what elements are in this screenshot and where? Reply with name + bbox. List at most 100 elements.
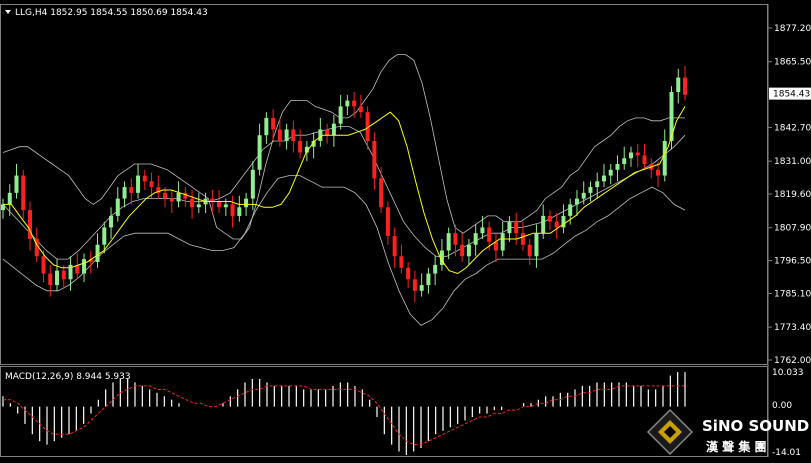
candle-body [446,233,451,251]
price-axis: 1877.20 1865.50 1842.70 1831.00 1819.60 1807.… [768,24,811,366]
candle-body [122,187,127,199]
candle-body [55,270,60,286]
candle-body [662,140,667,176]
candle-body [223,204,228,208]
candle-body [169,198,174,202]
candle-body [676,77,681,92]
candle-body [358,106,363,113]
candle-body [190,198,195,208]
candle-body [1,204,5,211]
candle-body [277,129,282,141]
candle-body [102,227,107,245]
candle-body [595,181,600,188]
candle-body [284,129,289,141]
brand-chinese: 漢 聲 集 團 [706,439,767,454]
candle-body [507,221,512,234]
candle-body [372,140,377,179]
price-tick-label: 1807.90 [774,224,811,234]
macd-tick-top: 10.033 [772,368,804,378]
candle-body [493,241,498,251]
candle-body [48,273,53,286]
candle-body [331,123,336,136]
candle-body [129,187,134,193]
candle-body [628,152,633,159]
candle-body [142,175,147,182]
candle-body [385,207,390,237]
candle-body [291,129,296,141]
candle-body [480,227,485,234]
candle-body [683,77,687,95]
candle-body [574,198,579,205]
candle-body [412,279,417,291]
candle-body [433,264,438,274]
candle-body [534,233,539,257]
candle-body [406,267,411,280]
price-tick-label: 1773.40 [774,323,811,333]
candle-body [95,244,100,263]
candle-body [250,169,255,199]
price-tick-label: 1796.50 [774,257,811,267]
candle-body [601,175,606,182]
candle-body [655,169,660,176]
candle-body [345,100,350,107]
candle-body [318,129,323,141]
candle-body [115,198,120,216]
price-panel-frame [0,4,768,365]
macd-tick-zero: 0.00 [772,401,792,411]
candle-body [237,207,242,216]
candle-body [615,164,620,170]
candle-body [298,140,303,153]
candle-body [554,221,559,228]
price-tick-label: 1865.50 [774,58,811,68]
symbol-ohlc-label: LLG,H4 1852.95 1854.55 1850.69 1854.43 [15,8,208,18]
price-tick-label: 1762.00 [774,356,811,366]
symbol-header[interactable]: LLG,H4 1852.95 1854.55 1850.69 1854.43 [5,8,208,18]
macd-axis: 10.033 0.00 -14.01 [772,368,804,458]
price-tick-label: 1831.00 [774,157,811,167]
current-price-marker: 1854.43 [769,87,811,100]
candle-body [109,215,114,228]
macd-label: MACD(12,26,9) 8.944 5.933 [5,372,131,382]
price-tick-label: 1819.60 [774,190,811,200]
candle-body [7,192,12,205]
candle-body [264,117,269,136]
candle-body [196,204,201,208]
candle-body [41,256,46,274]
candle-body [419,285,424,291]
price-tick-label: 1842.70 [774,123,811,133]
candle-body [271,117,276,130]
candle-body [338,106,343,124]
candle-body [527,244,532,257]
candle-body [635,152,640,156]
candle-body [379,178,384,208]
candle-body [21,175,26,211]
candle-body [460,244,465,257]
candle-body [466,244,471,257]
current-price-label: 1854.43 [773,90,810,100]
candle-body [568,204,573,216]
candle-body [136,175,141,193]
price-tick-label: 1877.20 [774,24,811,34]
candle-body [257,135,262,170]
candle-body [642,155,647,165]
candle-body [14,175,19,193]
macd-tick-bottom: -14.01 [772,448,801,458]
candle-body [176,192,181,202]
candle-body [541,215,546,234]
candle-body [426,273,431,286]
candle-body [399,256,404,268]
candle-body [453,233,458,245]
candle-body [217,201,222,208]
candle-body [82,259,87,274]
candle-body [149,181,154,188]
candle-body [622,158,627,165]
candle-body [352,100,357,107]
candle-body [500,233,505,251]
candle-body [547,215,552,222]
candle-body [608,169,613,176]
candle-body [581,192,586,199]
price-tick-label: 1785.10 [774,289,811,299]
candle-body [514,221,519,234]
candle-body [588,187,593,193]
candle-body [244,198,249,208]
